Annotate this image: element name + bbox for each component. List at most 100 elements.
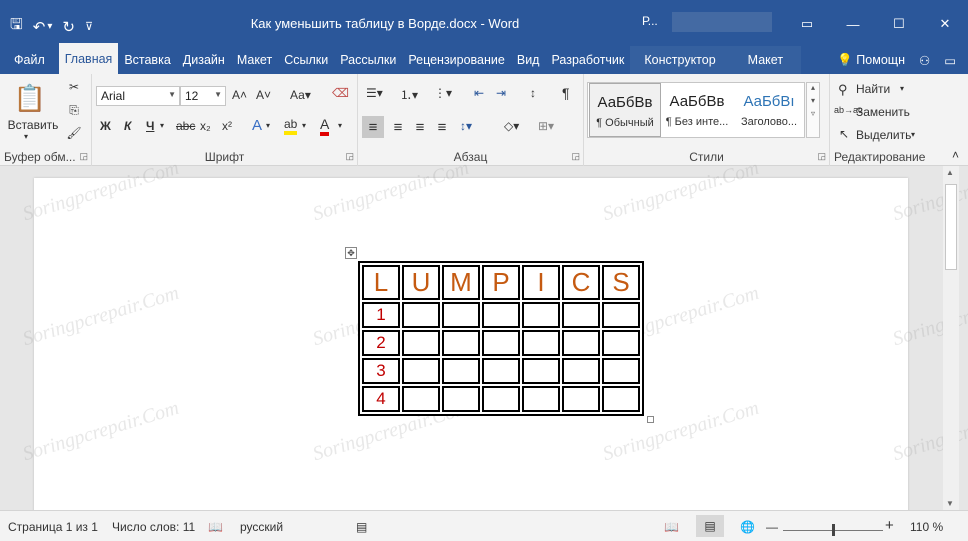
table-cell[interactable] <box>522 302 560 328</box>
word-count[interactable]: Число слов: 11 <box>112 520 195 534</box>
bold-button[interactable]: Ж <box>100 119 111 133</box>
table-cell[interactable] <box>562 386 600 412</box>
align-right-button[interactable]: ≡ <box>410 116 430 138</box>
styles-scroll-down-icon[interactable]: ▾ <box>807 96 819 105</box>
borders-icon[interactable]: ⊞▾ <box>538 119 554 133</box>
table-cell[interactable] <box>522 386 560 412</box>
table-cell[interactable] <box>562 358 600 384</box>
sort-icon[interactable]: ↕ <box>530 86 536 100</box>
table-cell[interactable] <box>522 358 560 384</box>
multilevel-list-icon[interactable]: ⋮▾ <box>434 86 452 100</box>
find-button[interactable]: Найти <box>856 82 890 96</box>
table-cell[interactable]: U <box>402 265 440 300</box>
superscript-button[interactable]: x² <box>222 119 232 133</box>
tab-review[interactable]: Рецензирование <box>402 46 511 74</box>
styles-launcher-icon[interactable]: ◲ <box>817 151 826 162</box>
table-cell[interactable] <box>442 330 480 356</box>
table-move-handle-icon[interactable]: ✥ <box>345 247 357 259</box>
table-cell[interactable]: 4 <box>362 386 400 412</box>
table-resize-handle[interactable] <box>647 416 654 423</box>
tab-design[interactable]: Дизайн <box>177 46 231 74</box>
table-cell[interactable] <box>562 302 600 328</box>
scroll-down-icon[interactable]: ▼ <box>946 499 954 508</box>
font-launcher-icon[interactable]: ◲ <box>345 151 354 162</box>
scroll-thumb[interactable] <box>945 184 957 270</box>
share-icon[interactable]: ⚇ <box>919 53 930 68</box>
highlight-icon[interactable]: ab <box>284 117 298 135</box>
macro-record-icon[interactable]: ▤ <box>356 520 367 534</box>
table-cell[interactable] <box>562 330 600 356</box>
table-cell[interactable] <box>402 386 440 412</box>
styles-more-icon[interactable]: ▿ <box>807 109 819 118</box>
paste-dropdown-icon[interactable]: ▾ <box>24 132 28 141</box>
scroll-up-icon[interactable]: ▲ <box>946 168 954 177</box>
font-size-combo[interactable]: 12 ▼ <box>180 86 226 106</box>
copy-icon[interactable]: ⎘ <box>66 102 82 118</box>
table-cell[interactable]: I <box>522 265 560 300</box>
decrease-indent-icon[interactable]: ⇤ <box>474 86 484 100</box>
line-spacing-icon[interactable]: ↕▾ <box>460 119 472 133</box>
table-cell[interactable] <box>402 302 440 328</box>
numbering-icon[interactable]: ⒈▾ <box>400 86 418 103</box>
bullets-icon[interactable]: ☰▾ <box>366 86 383 100</box>
table-cell[interactable] <box>602 330 640 356</box>
account-name[interactable]: Р... <box>642 14 658 28</box>
subscript-button[interactable]: x₂ <box>200 119 211 133</box>
justify-button[interactable]: ≡ <box>432 116 452 138</box>
table-cell[interactable]: L <box>362 265 400 300</box>
language-indicator[interactable]: русский <box>240 520 283 534</box>
ribbon-display-icon[interactable]: ▭ <box>784 0 830 48</box>
cut-icon[interactable]: ✂ <box>66 79 82 95</box>
underline-dropdown-icon[interactable]: ▾ <box>160 121 164 130</box>
vertical-scrollbar[interactable]: ▲ ▼ <box>943 166 959 510</box>
select-button[interactable]: Выделить <box>856 128 911 142</box>
tab-references[interactable]: Ссылки <box>278 46 334 74</box>
align-center-button[interactable]: ≡ <box>388 116 408 138</box>
font-name-combo[interactable]: Arial ▼ <box>96 86 180 106</box>
change-case-icon[interactable]: Аа▾ <box>290 88 311 102</box>
font-color-icon[interactable]: A <box>320 116 330 136</box>
underline-button[interactable]: Ч <box>146 119 154 133</box>
table-cell[interactable] <box>482 386 520 412</box>
select-dropdown-icon[interactable]: ▾ <box>911 130 915 139</box>
table-cell[interactable] <box>442 386 480 412</box>
styles-scroll-up-icon[interactable]: ▴ <box>807 83 819 92</box>
table-cell[interactable] <box>482 302 520 328</box>
clipboard-launcher-icon[interactable]: ◲ <box>79 151 88 162</box>
find-dropdown-icon[interactable]: ▾ <box>900 84 904 93</box>
table-cell[interactable] <box>402 358 440 384</box>
close-button[interactable]: ✕ <box>922 0 968 48</box>
table-cell[interactable] <box>482 330 520 356</box>
proofing-icon[interactable]: 📖 <box>208 520 223 534</box>
strikethrough-button[interactable]: abc <box>176 119 195 133</box>
text-effects-icon[interactable]: A <box>252 117 262 134</box>
web-layout-icon[interactable]: 🌐 <box>740 520 755 534</box>
comments-icon[interactable]: ▭ <box>944 53 956 68</box>
paragraph-launcher-icon[interactable]: ◲ <box>571 151 580 162</box>
style-no-spacing[interactable]: АаБбВв ¶ Без инте... <box>661 83 733 137</box>
table-cell[interactable] <box>482 358 520 384</box>
table-cell[interactable]: 1 <box>362 302 400 328</box>
grow-font-icon[interactable]: A˄ <box>232 88 247 102</box>
tab-insert[interactable]: Вставка <box>118 46 176 74</box>
style-normal[interactable]: АаБбВв ¶ Обычный <box>589 83 661 137</box>
zoom-in-button[interactable]: + <box>885 517 894 534</box>
clear-formatting-icon[interactable]: ⌫ <box>332 86 349 100</box>
paste-button[interactable]: Вставить <box>4 118 62 132</box>
table-cell[interactable] <box>402 330 440 356</box>
table-cell[interactable] <box>602 302 640 328</box>
collapse-ribbon-icon[interactable]: ˄ <box>952 148 959 162</box>
align-left-button[interactable]: ≡ <box>362 116 384 138</box>
print-layout-icon[interactable]: ▤ <box>696 515 724 537</box>
table-cell[interactable]: P <box>482 265 520 300</box>
tab-view[interactable]: Вид <box>511 46 546 74</box>
tab-home[interactable]: Главная <box>58 43 119 74</box>
highlight-dropdown-icon[interactable]: ▾ <box>302 121 306 130</box>
table-cell[interactable]: 3 <box>362 358 400 384</box>
shrink-font-icon[interactable]: A˅ <box>256 88 271 102</box>
tab-layout[interactable]: Макет <box>231 46 278 74</box>
table-cell[interactable] <box>442 358 480 384</box>
page-count[interactable]: Страница 1 из 1 <box>8 520 98 534</box>
tab-table-design[interactable]: Конструктор <box>630 46 730 74</box>
zoom-slider-thumb[interactable] <box>832 524 835 536</box>
